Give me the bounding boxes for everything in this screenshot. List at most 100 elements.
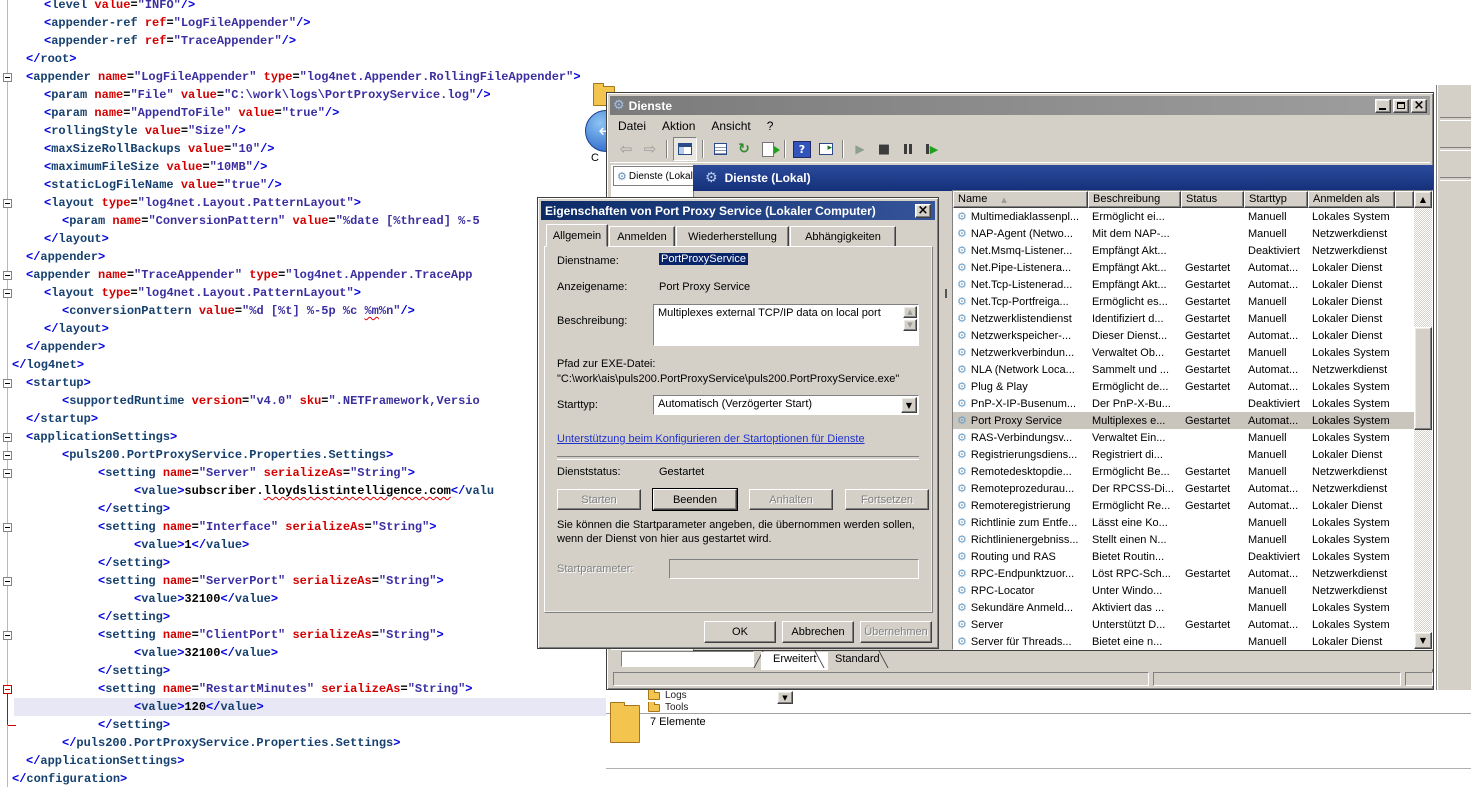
- column-header-anmelden[interactable]: Anmelden als: [1308, 191, 1395, 208]
- fold-toggle-icon[interactable]: [3, 469, 12, 478]
- abbrechen-button[interactable]: Abbrechen: [782, 621, 854, 643]
- tree-node-dienste-lokal[interactable]: Dienste (Lokal): [613, 166, 695, 186]
- dienststatus-value: Gestartet: [659, 466, 704, 478]
- minimize-button[interactable]: [1375, 99, 1391, 113]
- services-titlebar[interactable]: Dienste: [610, 96, 1430, 115]
- column-header-starttyp[interactable]: Starttyp: [1244, 191, 1308, 208]
- refresh-button[interactable]: [733, 138, 755, 160]
- tab-abhaengigkeiten[interactable]: Abhängigkeiten: [790, 226, 896, 247]
- startoptions-help-link[interactable]: Unterstützung beim Konfigurieren der Sta…: [557, 433, 865, 445]
- column-header-name[interactable]: Name: [953, 191, 1088, 208]
- service-row[interactable]: Net.Tcp-Listenerad...Empfängt Akt...Gest…: [953, 276, 1414, 293]
- column-header-status[interactable]: Status: [1181, 191, 1244, 208]
- status-pane: [613, 672, 1149, 686]
- folder-tree-item[interactable]: Tools: [648, 702, 778, 713]
- pause-service-button[interactable]: [897, 138, 919, 160]
- service-row[interactable]: Net.Tcp-Portfreiga...Ermöglicht es...Ges…: [953, 293, 1414, 310]
- uebernehmen-button[interactable]: Übernehmen: [860, 621, 932, 643]
- fold-toggle-icon[interactable]: [3, 433, 12, 442]
- scroll-thumb[interactable]: [1414, 327, 1432, 430]
- service-row[interactable]: Multimediaklassenpl...Ermöglicht ei...Ma…: [953, 208, 1414, 225]
- menu-ansicht[interactable]: Ansicht: [703, 117, 758, 135]
- fold-toggle-icon-active[interactable]: [3, 685, 12, 694]
- service-row[interactable]: Plug & PlayErmöglicht de...GestartetAuto…: [953, 378, 1414, 395]
- fold-toggle-icon[interactable]: [3, 451, 12, 460]
- menu-datei[interactable]: Datei: [610, 117, 654, 135]
- fold-toggle-icon[interactable]: [3, 631, 12, 640]
- scroll-down-icon[interactable]: ▼: [1414, 632, 1432, 649]
- fold-toggle-icon[interactable]: [3, 379, 12, 388]
- dienstname-value[interactable]: PortProxyService: [659, 253, 748, 265]
- action-pane-button[interactable]: [815, 138, 837, 160]
- service-row[interactable]: NLA (Network Loca...Sammelt und ...Gesta…: [953, 361, 1414, 378]
- forward-button[interactable]: [639, 138, 661, 160]
- tab-wiederherstellung[interactable]: Wiederherstellung: [676, 226, 789, 247]
- show-tree-button[interactable]: [673, 137, 697, 161]
- service-row[interactable]: RemoteregistrierungErmöglicht Re...Gesta…: [953, 497, 1414, 514]
- export-list-button[interactable]: [757, 138, 779, 160]
- combo-dropdown-icon[interactable]: [901, 397, 917, 413]
- pane-splitter[interactable]: [945, 289, 947, 298]
- startparameter-input[interactable]: [669, 559, 919, 579]
- service-row[interactable]: Server für Threads...Bietet eine n...Man…: [953, 633, 1414, 649]
- cell: Automat...: [1244, 568, 1308, 580]
- service-row[interactable]: PnP-X-IP-Busenum...Der PnP-X-Bu...Deakti…: [953, 395, 1414, 412]
- scroll-up-icon[interactable]: ▲: [1414, 191, 1432, 208]
- starten-button[interactable]: Starten: [557, 489, 641, 510]
- dropdown-arrow-icon[interactable]: [777, 691, 793, 704]
- properties-button[interactable]: [709, 138, 731, 160]
- ok-button[interactable]: OK: [704, 621, 776, 643]
- beenden-button[interactable]: Beenden: [653, 489, 737, 510]
- fold-toggle-icon[interactable]: [3, 523, 12, 532]
- fortsetzen-button[interactable]: Fortsetzen: [845, 489, 929, 510]
- column-header-beschreibung[interactable]: Beschreibung: [1088, 191, 1181, 208]
- desc-scroll-down-icon[interactable]: ▼: [903, 319, 917, 331]
- service-row[interactable]: Netzwerkverbindun...Verwaltet Ob...Gesta…: [953, 344, 1414, 361]
- help-button[interactable]: [791, 138, 813, 160]
- close-button[interactable]: [1411, 99, 1427, 113]
- desc-scroll-up-icon[interactable]: ▲: [903, 306, 917, 318]
- beschreibung-textbox[interactable]: Multiplexes external TCP/IP data on loca…: [653, 304, 919, 346]
- menu-aktion[interactable]: Aktion: [654, 117, 703, 135]
- code-line: <level value="INFO"/>: [44, 0, 195, 14]
- service-row[interactable]: Net.Msmq-Listener...Empfängt Akt...Deakt…: [953, 242, 1414, 259]
- service-row-selected[interactable]: Port Proxy ServiceMultiplexes e...Gestar…: [953, 412, 1414, 429]
- stop-service-button[interactable]: [873, 138, 895, 160]
- vertical-scrollbar[interactable]: ▲ ▼: [1414, 191, 1432, 649]
- menu-hilfe[interactable]: ?: [759, 117, 782, 135]
- tab-erweitert[interactable]: Erweitert: [761, 652, 828, 670]
- service-row[interactable]: Net.Pipe-Listenera...Empfängt Akt...Gest…: [953, 259, 1414, 276]
- folder-icon: [648, 692, 660, 700]
- fold-toggle-icon[interactable]: [3, 577, 12, 586]
- service-row[interactable]: RPC-Endpunktzuor...Löst RPC-Sch...Gestar…: [953, 565, 1414, 582]
- service-row[interactable]: Routing und RASBietet Routin...Deaktivie…: [953, 548, 1414, 565]
- service-row[interactable]: RPC-LocatorUnter Windo...ManuellNetzwerk…: [953, 582, 1414, 599]
- anhalten-button[interactable]: Anhalten: [749, 489, 833, 510]
- folder-tree-item[interactable]: Logs: [648, 690, 778, 701]
- code-line: </setting>: [98, 554, 170, 572]
- dialog-titlebar[interactable]: Eigenschaften von Port Proxy Service (Lo…: [541, 201, 935, 220]
- service-row[interactable]: Remoteprozedurau...Der RPCSS-Di...Gestar…: [953, 480, 1414, 497]
- start-service-button[interactable]: [849, 138, 871, 160]
- tab-anmelden[interactable]: Anmelden: [609, 226, 675, 247]
- fold-toggle-icon[interactable]: [3, 289, 12, 298]
- service-row[interactable]: Registrierungsdiens...Registriert di...M…: [953, 446, 1414, 463]
- service-row[interactable]: Sekundäre Anmeld...Aktiviert das ...Manu…: [953, 599, 1414, 616]
- service-row[interactable]: Netzwerkspeicher-...Dieser Dienst...Gest…: [953, 327, 1414, 344]
- fold-toggle-icon[interactable]: [3, 271, 12, 280]
- fold-toggle-icon[interactable]: [3, 199, 12, 208]
- service-row[interactable]: ServerUnterstützt D...GestartetAutomat..…: [953, 616, 1414, 633]
- service-row[interactable]: Richtlinienergebniss...Stellt einen N...…: [953, 531, 1414, 548]
- dialog-close-button[interactable]: [915, 204, 931, 218]
- starttyp-combobox[interactable]: Automatisch (Verzögerter Start): [653, 395, 919, 415]
- service-row[interactable]: NAP-Agent (Netwo...Mit dem NAP-...Manuel…: [953, 225, 1414, 242]
- service-row[interactable]: RAS-Verbindungsv...Verwaltet Ein...Manue…: [953, 429, 1414, 446]
- service-row[interactable]: Richtlinie zum Entfe...Lässt eine Ko...M…: [953, 514, 1414, 531]
- fold-toggle-icon[interactable]: [3, 73, 12, 82]
- service-row[interactable]: NetzwerklistendienstIdentifiziert d...Ge…: [953, 310, 1414, 327]
- service-row[interactable]: Remotedesktopdie...Ermöglicht Be...Gesta…: [953, 463, 1414, 480]
- back-button[interactable]: [615, 138, 637, 160]
- restart-service-button[interactable]: [921, 138, 943, 160]
- tab-allgemein[interactable]: Allgemein: [546, 224, 608, 247]
- maximize-button[interactable]: [1393, 99, 1409, 113]
